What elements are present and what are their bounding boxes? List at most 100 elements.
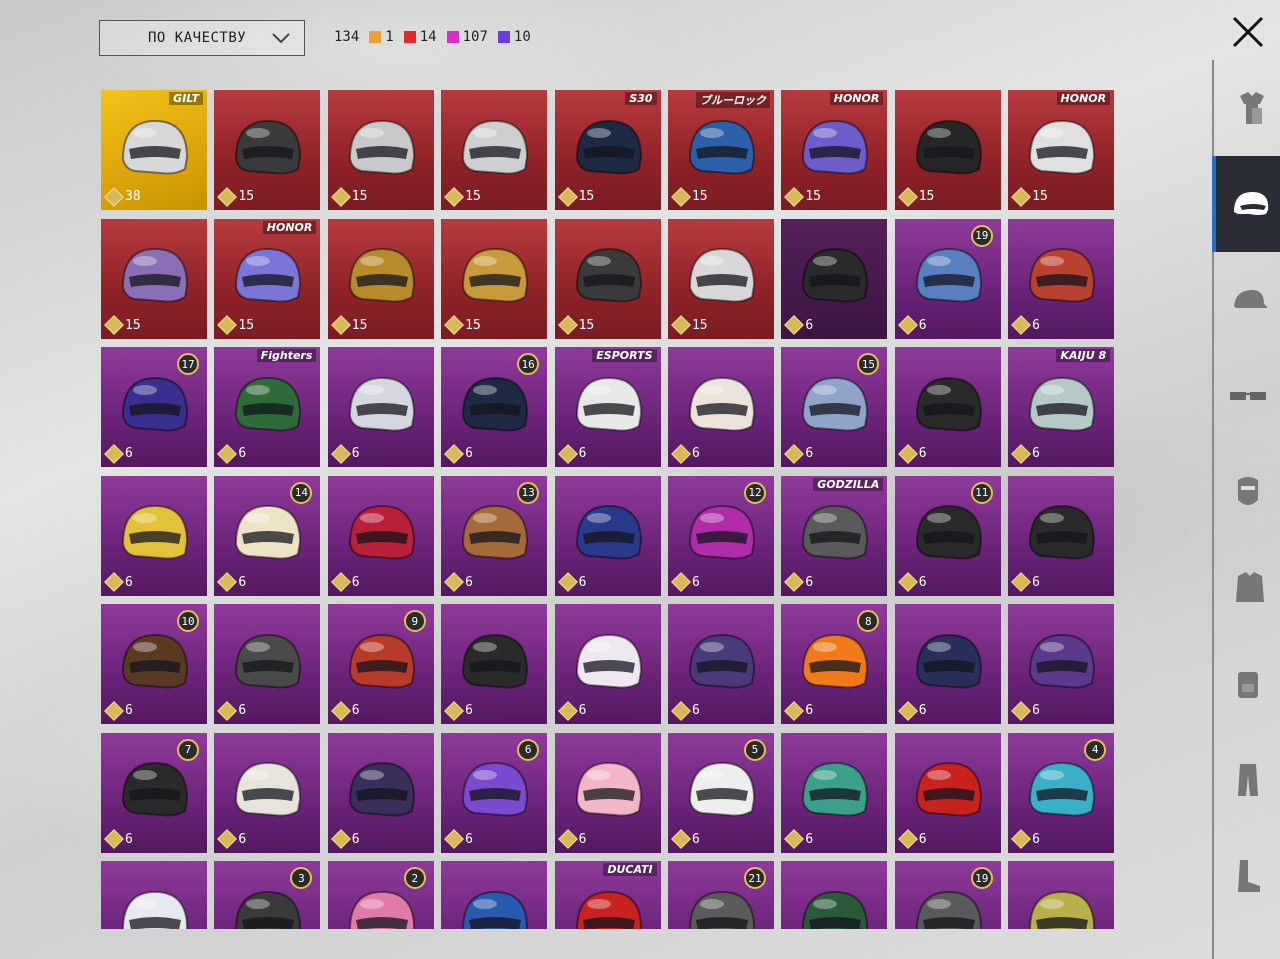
helmet-card[interactable]: 6 xyxy=(894,347,1001,467)
helmet-icon xyxy=(915,633,982,689)
helmet-icon xyxy=(575,119,642,175)
item-value: 6 xyxy=(897,572,927,592)
sidebar-item-mask[interactable] xyxy=(1214,444,1280,540)
sidebar-item-shoes[interactable] xyxy=(1214,828,1280,924)
helmet-card[interactable]: 10 6 xyxy=(101,604,207,724)
sidebar-item-pants[interactable] xyxy=(1214,732,1280,828)
helmet-card[interactable] xyxy=(101,861,207,929)
helmet-card[interactable]: DUCATI xyxy=(554,861,661,929)
sidebar-item-cap[interactable] xyxy=(1214,252,1280,348)
helmet-card[interactable]: 15 xyxy=(894,90,1001,210)
sidebar-item-jacket[interactable] xyxy=(1214,540,1280,636)
helmet-card[interactable] xyxy=(1008,861,1114,929)
helmet-card[interactable]: 15 xyxy=(101,218,207,339)
collab-logo: HONOR xyxy=(829,92,884,105)
points-icon xyxy=(671,443,691,464)
close-icon[interactable] xyxy=(1226,10,1270,54)
helmet-card[interactable] xyxy=(441,861,548,929)
helmet-card[interactable]: 6 xyxy=(1008,475,1114,596)
helmet-card[interactable]: 11 6 xyxy=(894,475,1001,596)
helmet-card[interactable]: ブルーロック 15 xyxy=(667,90,774,210)
quality-swatch xyxy=(369,31,382,43)
helmet-card[interactable]: 21 xyxy=(667,861,774,929)
points-icon xyxy=(444,186,465,207)
helmet-card[interactable]: GODZILLA 6 xyxy=(781,475,888,596)
helmet-card[interactable]: 15 xyxy=(554,218,661,339)
helmet-card[interactable]: 6 xyxy=(894,732,1001,853)
item-value: 38 xyxy=(104,186,141,207)
helmet-card[interactable]: HONOR 15 xyxy=(781,90,888,210)
helmet-card[interactable]: GILT 38 xyxy=(101,90,207,210)
helmet-icon xyxy=(348,890,415,929)
helmet-card[interactable]: 6 xyxy=(214,604,321,724)
points-icon xyxy=(444,700,465,721)
helmet-card[interactable]: 15 xyxy=(214,90,321,210)
sidebar-item-outfit[interactable] xyxy=(1214,60,1280,156)
sort-dropdown[interactable]: ПО КАЧЕСТВУ xyxy=(99,20,305,56)
points-icon xyxy=(671,572,691,592)
helmet-card[interactable]: 3 xyxy=(214,861,321,929)
helmet-card[interactable]: HONOR 15 xyxy=(214,218,321,339)
helmet-card[interactable]: 15 xyxy=(441,218,548,339)
helmet-card[interactable]: KAIJU 8 6 xyxy=(1008,347,1114,467)
helmet-card[interactable]: 6 xyxy=(667,347,774,467)
helmet-card[interactable]: 2 xyxy=(327,861,434,929)
helmet-card[interactable]: 6 xyxy=(327,732,434,853)
sidebar-item-backpack[interactable] xyxy=(1214,636,1280,732)
helmet-card[interactable]: 15 xyxy=(441,90,548,210)
helmet-card[interactable]: 6 xyxy=(1008,604,1114,724)
helmet-card[interactable]: 6 xyxy=(667,604,774,724)
helmet-card[interactable]: 15 xyxy=(667,218,774,339)
helmet-icon xyxy=(121,119,189,175)
helmet-card[interactable]: 6 xyxy=(1008,218,1114,339)
helmet-card[interactable]: 16 6 xyxy=(441,347,548,467)
helmet-card[interactable]: 6 xyxy=(781,732,888,853)
helmet-card[interactable]: 66 xyxy=(441,732,548,853)
helmet-card[interactable]: 6 xyxy=(214,732,321,853)
helmet-card[interactable]: 19 xyxy=(894,861,1001,929)
helmet-card[interactable]: 6 xyxy=(554,732,661,853)
points-icon xyxy=(671,700,691,721)
points-icon xyxy=(104,572,124,592)
helmet-card[interactable]: 12 6 xyxy=(667,475,774,596)
item-value: 6 xyxy=(557,700,586,721)
helmet-card[interactable]: 15 xyxy=(327,90,434,210)
sidebar-item-glasses[interactable] xyxy=(1214,348,1280,444)
helmet-card[interactable]: 6 xyxy=(554,604,661,724)
helmet-card[interactable]: 15 xyxy=(327,218,434,339)
helmet-card[interactable]: 6 xyxy=(554,475,661,596)
item-value-text: 6 xyxy=(578,446,587,461)
helmet-card[interactable]: 46 xyxy=(1008,732,1114,853)
level-badge: 19 xyxy=(970,224,993,247)
helmet-card[interactable]: 15 6 xyxy=(781,347,888,467)
helmet-card[interactable]: S30 15 xyxy=(554,90,661,210)
points-icon xyxy=(897,186,918,207)
helmet-card[interactable]: 56 xyxy=(667,732,774,853)
item-value-text: 6 xyxy=(125,703,133,718)
item-value-text: 15 xyxy=(578,189,595,204)
helmet-card[interactable]: 6 xyxy=(441,604,548,724)
level-badge: 5 xyxy=(743,738,766,761)
points-icon xyxy=(330,572,351,592)
helmet-icon xyxy=(575,890,642,929)
helmet-card[interactable]: 13 6 xyxy=(441,475,548,596)
helmet-card[interactable]: 96 xyxy=(327,604,434,724)
points-icon xyxy=(897,829,918,849)
helmet-card[interactable]: HONOR 15 xyxy=(1008,90,1114,210)
helmet-card[interactable] xyxy=(781,861,888,929)
points-icon xyxy=(217,700,238,721)
points-icon xyxy=(217,829,238,849)
helmet-card[interactable]: 6 xyxy=(327,475,434,596)
helmet-card[interactable]: 86 xyxy=(781,604,888,724)
helmet-card[interactable]: 17 6 xyxy=(101,347,207,467)
helmet-card[interactable]: 6 xyxy=(327,347,434,467)
helmet-card[interactable]: 6 xyxy=(894,604,1001,724)
helmet-card[interactable]: 14 6 xyxy=(214,475,321,596)
helmet-card[interactable]: 19 6 xyxy=(894,218,1001,339)
sidebar-item-helmet[interactable] xyxy=(1212,156,1280,252)
helmet-card[interactable]: 6 xyxy=(101,475,207,596)
helmet-card[interactable]: 6 xyxy=(781,218,888,339)
helmet-card[interactable]: 76 xyxy=(101,732,207,853)
helmet-card[interactable]: ESPORTS 6 xyxy=(554,347,661,467)
helmet-card[interactable]: Fighters 6 xyxy=(214,347,321,467)
